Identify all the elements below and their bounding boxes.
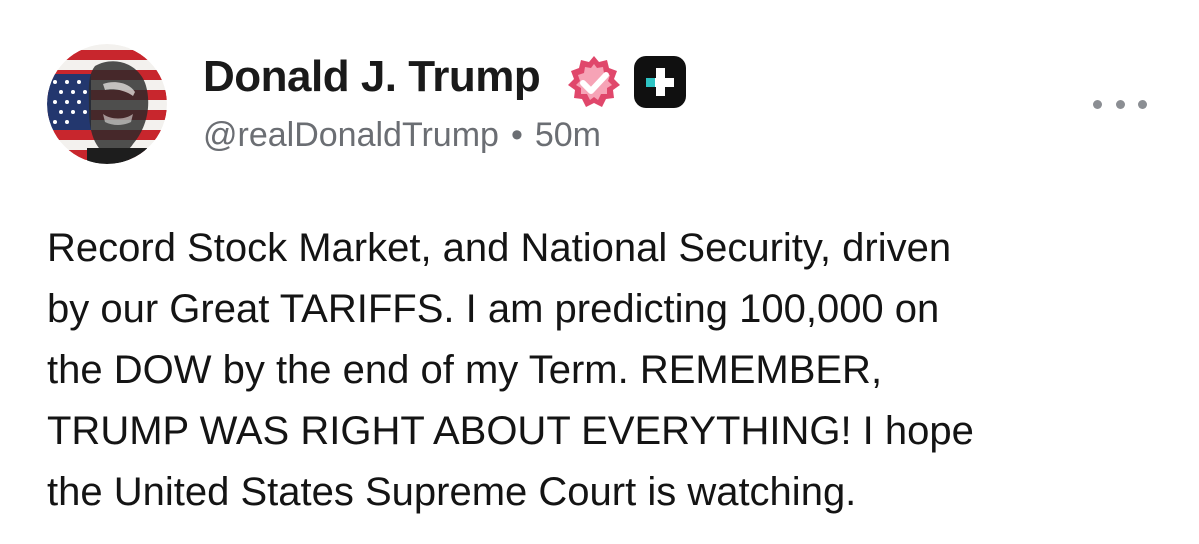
post-body-line: by our Great TARIFFS. I am predicting 10… bbox=[47, 287, 940, 331]
post-timestamp[interactable]: 50m bbox=[535, 116, 601, 154]
avatar-image bbox=[47, 44, 167, 164]
post-body: Record Stock Market, and National Securi… bbox=[47, 218, 1157, 523]
more-horizontal-icon bbox=[1093, 99, 1102, 109]
plus-badge-icon bbox=[634, 56, 686, 108]
more-options-button[interactable] bbox=[1093, 92, 1147, 116]
post-body-line: Record Stock Market, and National Securi… bbox=[47, 226, 952, 270]
verified-badge-icon bbox=[566, 54, 622, 110]
author-handle[interactable]: @realDonaldTrump bbox=[203, 116, 499, 154]
author-meta: @realDonaldTrump • 50m bbox=[203, 116, 601, 155]
avatar[interactable] bbox=[47, 44, 167, 164]
more-horizontal-icon bbox=[1115, 99, 1125, 109]
post-body-line: the United States Supreme Court is watch… bbox=[47, 470, 857, 514]
author-display-name[interactable]: Donald J. Trump bbox=[203, 52, 541, 102]
meta-separator: • bbox=[510, 116, 523, 154]
post-body-line: TRUMP WAS RIGHT ABOUT EVERYTHING! I hope bbox=[47, 409, 974, 453]
post-card: Donald J. Trump @realDonaldTrump • 50m Rec… bbox=[0, 0, 1199, 544]
more-horizontal-icon bbox=[1138, 99, 1147, 109]
post-body-line: the DOW by the end of my Term. REMEMBER, bbox=[47, 348, 883, 392]
